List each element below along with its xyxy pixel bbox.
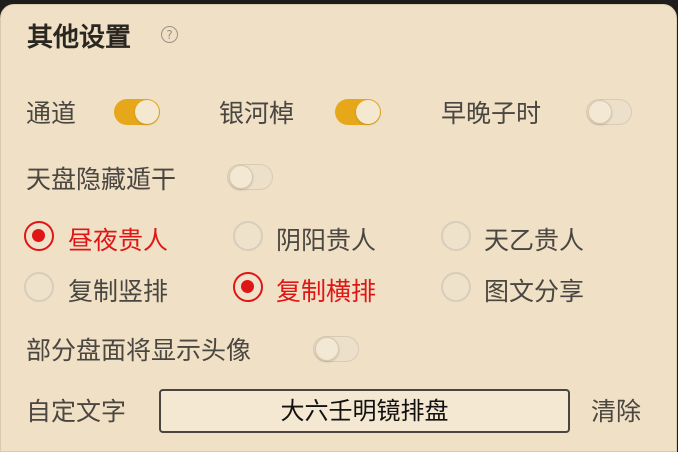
radio-zhouye-guiren[interactable] xyxy=(24,221,54,251)
toggle-label-tianpan: 天盘隐藏遁干 xyxy=(26,165,177,194)
avatar-toggle[interactable] xyxy=(313,336,359,362)
toggle-knob xyxy=(135,100,159,124)
toggle-label-yinhezhao: 银河棹 xyxy=(219,99,295,128)
custom-text-input[interactable]: 大六壬明镜排盘 xyxy=(159,389,570,433)
radio-label-image-share[interactable]: 图文分享 xyxy=(484,272,584,308)
toggle-label-tongdao: 通道 xyxy=(26,99,77,128)
zaowanzishi-toggle[interactable] xyxy=(586,99,632,125)
help-icon[interactable]: ? xyxy=(161,26,178,43)
toggle-label-avatar: 部分盘面将显示头像 xyxy=(26,336,252,365)
toggle-knob xyxy=(229,165,253,189)
toggle-label-zaowanzishi: 早晚子时 xyxy=(441,99,542,128)
tongdao-toggle[interactable] xyxy=(114,99,160,125)
radio-yinyang-guiren[interactable] xyxy=(233,221,263,251)
radio-label-yinyang-guiren[interactable]: 阴阳贵人 xyxy=(276,221,376,257)
clear-button[interactable]: 清除 xyxy=(591,392,641,428)
toggle-knob xyxy=(588,100,612,124)
radio-image-share[interactable] xyxy=(441,272,471,302)
tianpan-toggle[interactable] xyxy=(227,164,273,190)
radio-tianyi-guiren[interactable] xyxy=(441,221,471,251)
other-settings-panel: 其他设置 ? 通道 银河棹 早晚子时 天盘隐藏遁干 昼夜贵人 阴阳贵人 天乙贵人… xyxy=(0,4,677,452)
radio-label-zhouye-guiren[interactable]: 昼夜贵人 xyxy=(68,221,168,257)
radio-label-copy-vertical[interactable]: 复制竖排 xyxy=(68,272,168,308)
yinhezhao-toggle[interactable] xyxy=(335,99,381,125)
toggle-knob xyxy=(315,337,339,361)
radio-copy-vertical[interactable] xyxy=(24,272,54,302)
toggle-knob xyxy=(356,100,380,124)
radio-label-copy-horizontal[interactable]: 复制横排 xyxy=(276,272,376,308)
section-title: 其他设置 xyxy=(27,23,132,53)
radio-label-tianyi-guiren[interactable]: 天乙贵人 xyxy=(484,221,584,257)
radio-copy-horizontal[interactable] xyxy=(233,272,263,302)
custom-text-label: 自定文字 xyxy=(26,397,127,426)
